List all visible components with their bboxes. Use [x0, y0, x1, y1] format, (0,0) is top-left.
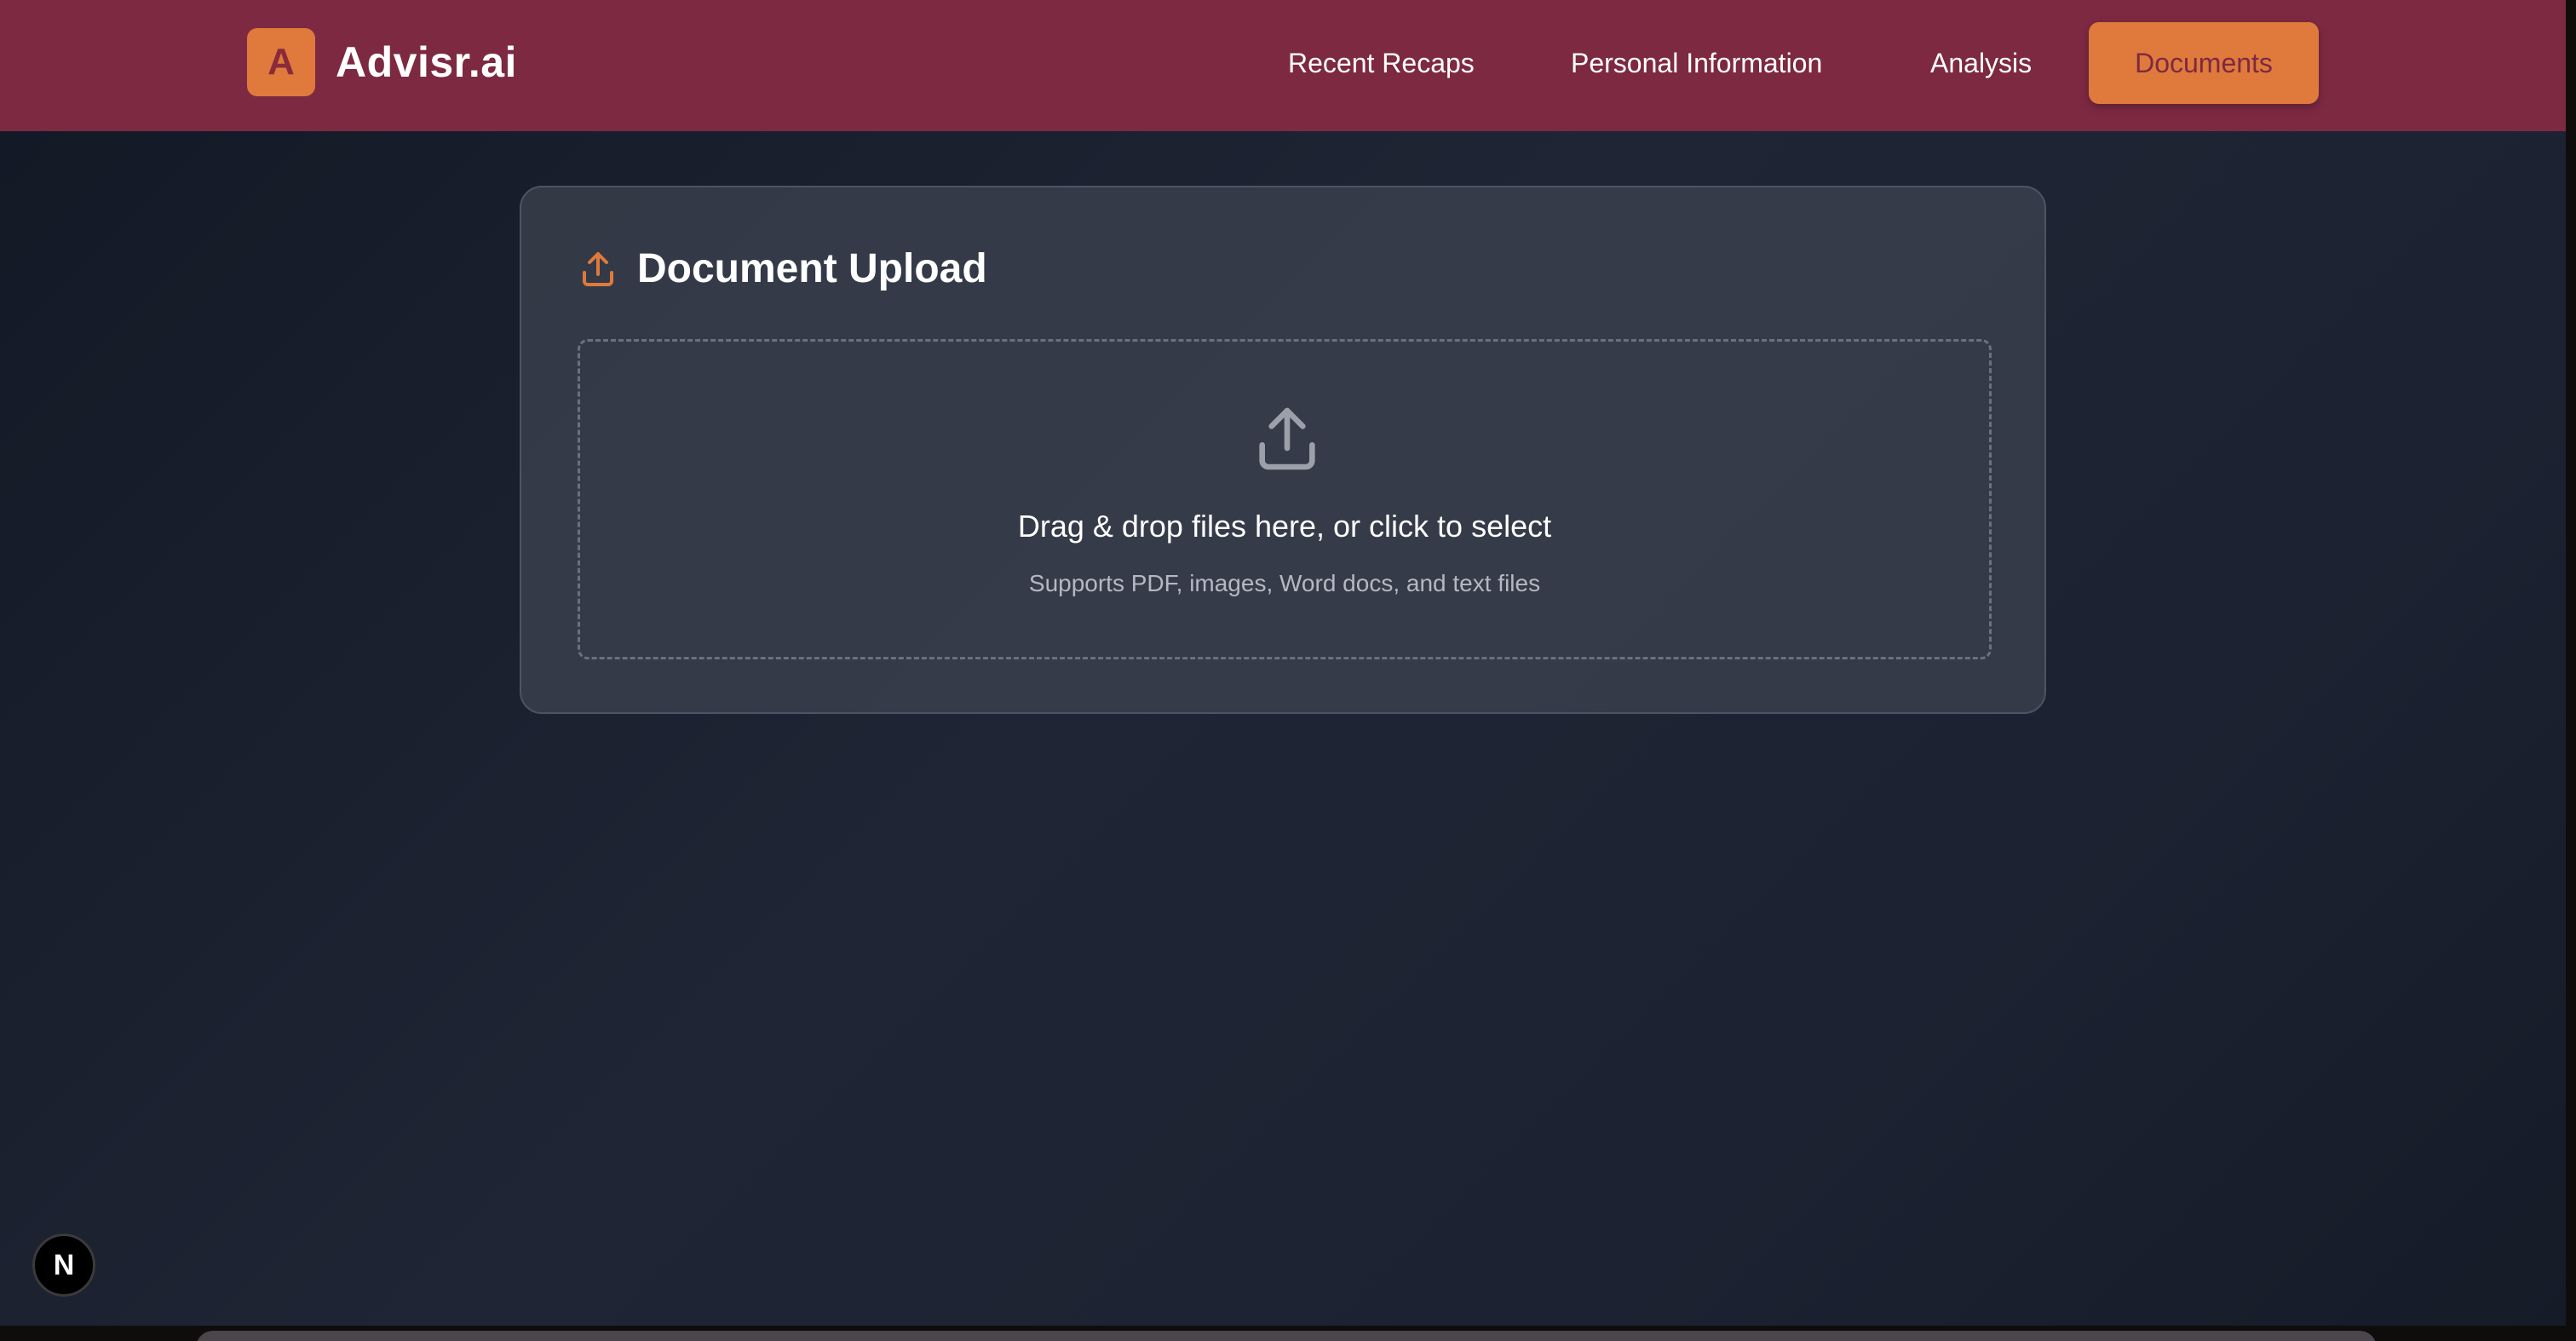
logo-badge[interactable]: A — [247, 28, 315, 96]
dropzone-upload-icon — [1259, 407, 1315, 470]
nav-documents[interactable]: Documents — [2089, 22, 2319, 104]
nav-recent-recaps[interactable]: Recent Recaps — [1288, 22, 1475, 104]
brand-name[interactable]: Advisr.ai — [336, 34, 517, 90]
logo-letter: A — [267, 41, 295, 83]
window-edge-strip — [196, 1331, 2377, 1341]
dev-badge-letter: N — [53, 1248, 75, 1281]
app-window: A Advisr.ai Recent Recaps Personal Infor… — [0, 0, 2566, 1326]
dev-tools-badge[interactable]: N — [32, 1234, 95, 1297]
nav-personal-information[interactable]: Personal Information — [1571, 22, 1822, 104]
document-upload-card: Document Upload Drag & drop files here, … — [520, 186, 2046, 714]
dropzone-title: Drag & drop files here, or click to sele… — [1017, 509, 1552, 544]
dropzone-subtitle: Supports PDF, images, Word docs, and tex… — [1028, 570, 1541, 596]
upload-icon — [583, 252, 613, 286]
file-dropzone[interactable]: Drag & drop files here, or click to sele… — [578, 339, 1992, 659]
nav-analysis[interactable]: Analysis — [1930, 22, 2032, 104]
top-navbar: A Advisr.ai Recent Recaps Personal Infor… — [0, 0, 2566, 131]
card-title: Document Upload — [637, 245, 987, 291]
